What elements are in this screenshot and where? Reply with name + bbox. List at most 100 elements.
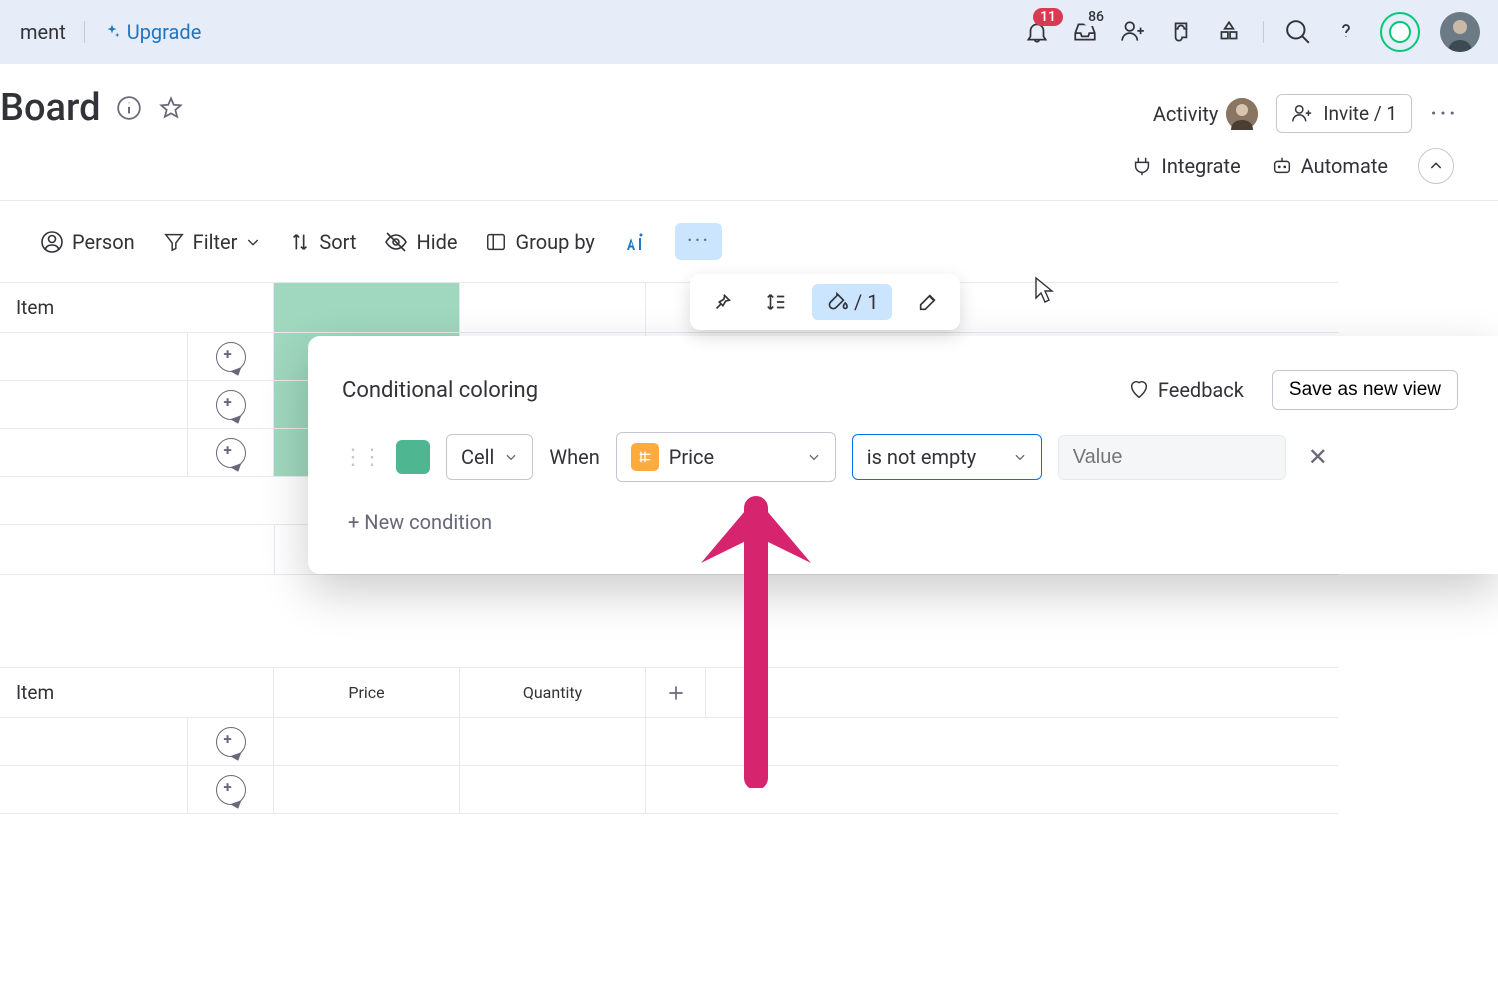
info-icon[interactable] [115, 94, 143, 122]
paint-icon [826, 291, 848, 313]
pin-icon[interactable] [704, 284, 740, 320]
filter-label: Filter [193, 230, 238, 254]
person-filter[interactable]: Person [40, 230, 135, 254]
add-comment-icon[interactable] [216, 775, 246, 805]
activity-avatar [1226, 98, 1258, 130]
product-switcher-icon[interactable] [1380, 12, 1420, 52]
upgrade-link[interactable]: Upgrade [103, 20, 202, 44]
chevron-down-icon [245, 234, 261, 250]
plug-icon [1131, 155, 1153, 177]
cursor-icon [1034, 276, 1056, 304]
divider [84, 21, 85, 43]
add-comment-icon[interactable] [216, 390, 246, 420]
groupby-button[interactable]: Group by [485, 230, 594, 254]
conditional-coloring-panel: Conditional coloring Feedback Save as ne… [308, 336, 1498, 574]
invite-people-icon[interactable] [1119, 18, 1147, 46]
integrate-label: Integrate [1161, 154, 1240, 178]
person-icon [40, 230, 64, 254]
drag-handle-icon[interactable]: ⋮⋮ [342, 445, 380, 470]
chevron-down-icon [807, 450, 821, 464]
hide-button[interactable]: Hide [384, 230, 457, 254]
ai-icon [623, 230, 647, 254]
sparkle-icon [103, 23, 121, 41]
invite-label: Invite / 1 [1323, 102, 1397, 125]
column-header-price[interactable] [274, 283, 460, 332]
integrate-link[interactable]: Integrate [1131, 154, 1240, 178]
add-column-button[interactable] [646, 668, 706, 717]
filter-icon [163, 231, 185, 253]
new-condition-button[interactable]: + New condition [342, 510, 1458, 534]
table-row[interactable] [0, 718, 1338, 766]
chevron-down-icon [504, 450, 518, 464]
scope-value: Cell [461, 445, 494, 469]
coloring-count: / 1 [854, 290, 878, 314]
inbox-badge: 86 [1081, 8, 1111, 26]
view-toolbar: Person Filter Sort Hide Group by ··· [0, 201, 1498, 282]
column-header-item[interactable]: Item [0, 283, 274, 332]
more-options-button[interactable]: ··· [675, 223, 722, 260]
condition-row: ⋮⋮ Cell When Price is not empty ✕ [342, 432, 1458, 482]
remove-condition-button[interactable]: ✕ [1308, 443, 1328, 471]
breadcrumb-tail: ment [20, 20, 66, 44]
user-avatar[interactable] [1440, 12, 1480, 52]
table-row[interactable] [0, 766, 1338, 814]
add-comment-icon[interactable] [216, 438, 246, 468]
search-icon[interactable] [1284, 18, 1312, 46]
notifications-icon[interactable]: 11 [1023, 18, 1051, 46]
groupby-icon [485, 231, 507, 253]
notifications-badge: 11 [1033, 8, 1063, 26]
apps-icon[interactable] [1167, 18, 1195, 46]
ai-button[interactable] [623, 230, 647, 254]
value-input[interactable] [1058, 435, 1286, 480]
divider [1263, 21, 1264, 43]
automate-link[interactable]: Automate [1271, 154, 1388, 178]
column-header-quantity[interactable] [460, 283, 646, 332]
help-icon[interactable] [1332, 18, 1360, 46]
feedback-link[interactable]: Feedback [1128, 378, 1244, 402]
column-header-price[interactable]: Price [274, 668, 460, 717]
column-value: Price [669, 445, 714, 469]
star-icon[interactable] [157, 94, 185, 122]
inbox-icon[interactable]: 86 [1071, 18, 1099, 46]
person-label: Person [72, 230, 135, 254]
plus-icon [666, 683, 686, 703]
add-comment-icon[interactable] [216, 727, 246, 757]
chevron-up-icon [1428, 158, 1444, 174]
column-dropdown[interactable]: Price [616, 432, 836, 482]
sub-header: Integrate Automate [0, 136, 1498, 201]
sort-button[interactable]: Sort [289, 230, 356, 254]
board-title: Board [0, 86, 101, 130]
hide-label: Hide [416, 230, 457, 254]
topbar: ment Upgrade 11 86 [0, 0, 1498, 64]
save-as-new-view-button[interactable]: Save as new view [1272, 370, 1458, 410]
sort-label: Sort [319, 230, 356, 254]
invite-button[interactable]: Invite / 1 [1276, 94, 1412, 133]
sort-icon [289, 231, 311, 253]
upgrade-label: Upgrade [127, 20, 202, 44]
collapse-button[interactable] [1418, 148, 1454, 184]
conditional-coloring-button[interactable]: / 1 [812, 284, 892, 320]
board-header: Board Activity Invite / 1 ··· [0, 64, 1498, 136]
edit-icon[interactable] [910, 284, 946, 320]
workspaces-icon[interactable] [1215, 18, 1243, 46]
groupby-label: Group by [515, 230, 594, 254]
add-comment-icon[interactable] [216, 342, 246, 372]
operator-dropdown[interactable]: is not empty [852, 434, 1042, 480]
activity-link[interactable]: Activity [1153, 98, 1258, 130]
color-swatch[interactable] [396, 440, 430, 474]
eye-off-icon [384, 230, 408, 254]
chevron-down-icon [1013, 450, 1027, 464]
numbers-column-icon [631, 443, 659, 471]
panel-title: Conditional coloring [342, 378, 538, 403]
robot-icon [1271, 155, 1293, 177]
when-label: When [549, 445, 599, 469]
operator-value: is not empty [867, 445, 976, 469]
board-menu-button[interactable]: ··· [1430, 97, 1458, 130]
column-header-quantity[interactable]: Quantity [460, 668, 646, 717]
activity-label: Activity [1153, 102, 1218, 126]
row-height-icon[interactable] [758, 284, 794, 320]
scope-dropdown[interactable]: Cell [446, 434, 533, 480]
automate-label: Automate [1301, 154, 1388, 178]
column-header-item[interactable]: Item [0, 668, 274, 717]
filter-button[interactable]: Filter [163, 230, 262, 254]
